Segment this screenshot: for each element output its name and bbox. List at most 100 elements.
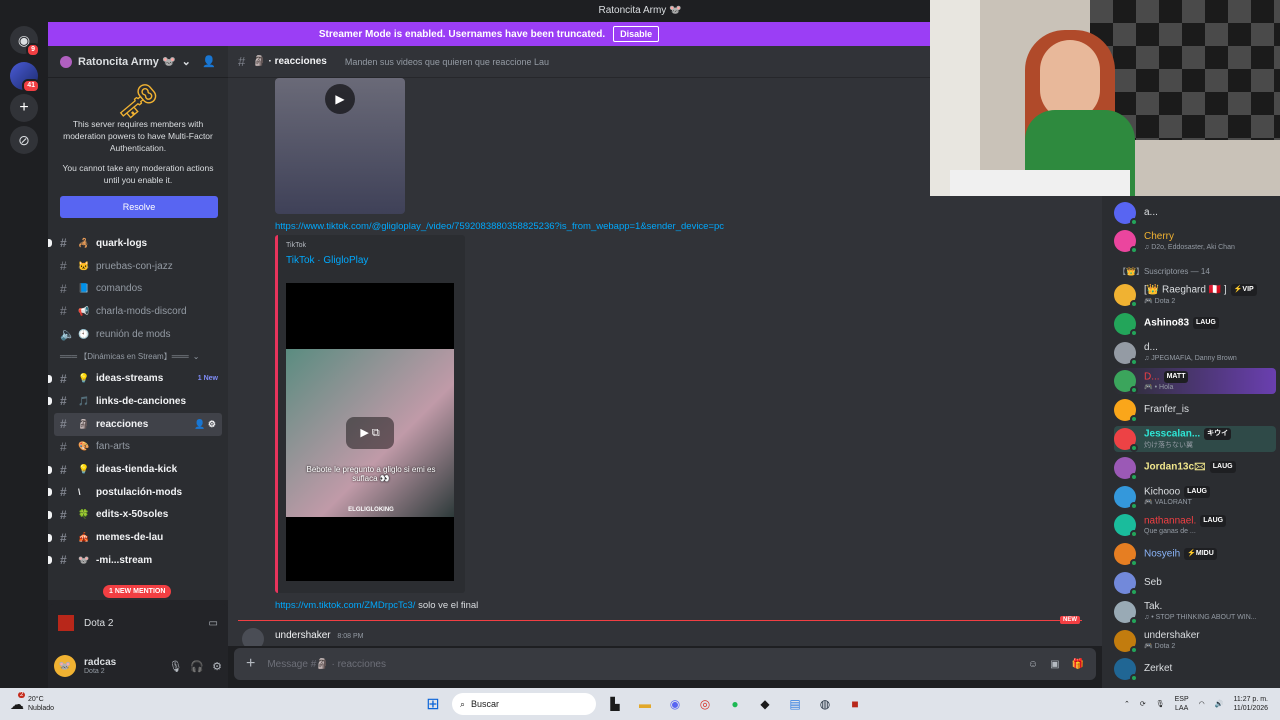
avatar [1114, 658, 1138, 683]
microphone-icon[interactable]: 🎙 [1156, 700, 1165, 708]
member-item[interactable]: undershaker 🎮 Dota 2 [1114, 628, 1276, 654]
status-dot [1130, 415, 1138, 424]
category-header[interactable]: ═══ 【Dinámicas en Stream】═══ ⌄ [48, 345, 228, 367]
channel-comandos[interactable]: # 📘 comandos [48, 277, 228, 300]
channel-edits-x-50soles[interactable]: # 🍀 edits-x-50soles [48, 504, 228, 527]
search-bar[interactable]: ⌕ Buscar [452, 693, 596, 715]
person-face [1040, 40, 1100, 120]
wifi-icon[interactable]: ◠ [1199, 700, 1205, 708]
member-item[interactable]: Franfer_is [1114, 397, 1276, 424]
weather-widget[interactable]: ☁ 2 20°C Nublado [0, 691, 140, 713]
clock[interactable]: 11:27 p. m. 11/01/2026 [1233, 695, 1268, 713]
chevron-up-icon[interactable]: ⌃ [1124, 700, 1130, 708]
disable-button[interactable]: Disable [613, 26, 660, 42]
notepad-icon[interactable]: ▤ [784, 693, 806, 715]
resolve-button[interactable]: Resolve [60, 196, 218, 218]
server-icon[interactable]: 41 [10, 62, 40, 93]
member-item[interactable]: [👑 Raeghard 🇵🇪 ] ⚡VIP 🎮 Dota 2 [1114, 282, 1276, 308]
channel-ideas-streams[interactable]: # 💡 ideas-streams 1 New [48, 367, 228, 390]
weather-badge: 2 [18, 691, 26, 698]
server-header[interactable]: Ratoncita Army 🐭 ⌄ 👤 [48, 46, 228, 78]
member-item[interactable]: Ashino83 LAUG [1114, 311, 1276, 337]
network-icon[interactable]: ⟳ [1140, 700, 1146, 708]
member-item[interactable]: Kichooo LAUG 🎮 VALORANT [1114, 484, 1276, 510]
headphones-icon[interactable]: 🎧 [190, 660, 204, 673]
channel-label: quark-logs [96, 237, 148, 249]
channel-charla-mods-discord[interactable]: # 📢 charla-mods-discord [48, 300, 228, 323]
member-item[interactable]: nathannael. LAUG Que ganas de ... [1114, 512, 1276, 539]
discord-home-icon[interactable]: ◉ 9 [10, 26, 40, 57]
language-indicator[interactable]: ESP LAA [1175, 695, 1189, 713]
channel-quark-logs[interactable]: # 🦂 quark-logs [48, 232, 228, 255]
status-dot [1130, 357, 1138, 366]
steam-icon[interactable]: ◍ [814, 693, 836, 715]
video-thumbnail[interactable]: ▶ [275, 78, 405, 214]
microphone-icon[interactable]: 🎙 [168, 660, 182, 673]
add-member-icon[interactable]: 👤 [202, 55, 216, 68]
user-area: Dota 2 ▭ 🐭 radcas Dota 2 🎙 🎧 ⚙ [48, 600, 228, 688]
file-explorer-icon[interactable]: ▬ [634, 693, 656, 715]
dota-taskbar-icon[interactable]: ■ [844, 693, 866, 715]
member-item[interactable]: Jordan13c🖂 LAUG [1114, 455, 1276, 481]
channel-postulaci-n-mods[interactable]: # \ postulación-mods [48, 481, 228, 504]
member-item[interactable]: Tak. ♫ • STOP THINKING ABOUT WIN... [1114, 599, 1276, 625]
emoji-icon[interactable]: ☺ [1028, 659, 1038, 670]
gear-icon[interactable]: ⚙ [212, 660, 222, 673]
channel-label: reunión de mods [96, 328, 171, 340]
message-header: undershaker 8:08 PM [275, 630, 363, 641]
member-item[interactable]: Cherry ♫ D2o, Eddosaster, Aki Chan [1114, 228, 1276, 254]
member-item[interactable]: d... ♫ JPEGMAFIA, Danny Brown [1114, 340, 1276, 366]
play-icon[interactable]: ▶ [325, 84, 355, 114]
message-link-2[interactable]: https://vm.tiktok.com/ZMDrpcTc3/ [275, 600, 415, 611]
chrome-icon[interactable]: ◎ [694, 693, 716, 715]
member-item[interactable]: Nosyeih ⚡MIDU [1114, 541, 1276, 568]
play-icon[interactable]: ▶ ⧉ [346, 417, 394, 449]
gift-icon[interactable]: 🎁 [1072, 659, 1084, 670]
member-item[interactable]: Zerket [1114, 656, 1276, 683]
add-server-icon[interactable]: + [10, 94, 38, 122]
embed-title[interactable]: TikTok · GligloPlay [278, 249, 465, 266]
member-item[interactable]: a... [1114, 200, 1276, 226]
message-composer: + Message #🗿 · reacciones ☺ ▣ 🎁 [234, 648, 1096, 680]
message-link[interactable]: https://www.tiktok.com/@gligloplay_/vide… [275, 221, 724, 232]
channel-settings-icon[interactable]: 👤 ⚙ [194, 419, 216, 430]
hash-icon: # [60, 485, 67, 500]
embed-video[interactable]: ▶ ⧉ Bebote le pregunto a gliglo si emi e… [286, 283, 454, 581]
hash-icon: # [60, 304, 67, 319]
status-dot [1130, 674, 1138, 683]
channel-pruebas-con-jazz[interactable]: # 🐱 pruebas-con-jazz [48, 255, 228, 278]
message-input[interactable]: Message #🗿 · reacciones [267, 659, 1016, 670]
discover-icon[interactable]: ⊘ [10, 126, 38, 154]
message-text: solo ve el final [418, 600, 479, 611]
channel-memes-de-lau[interactable]: # 🎪 memes-de-lau [48, 526, 228, 549]
message-author[interactable]: undershaker [275, 630, 331, 641]
new-mention-pill[interactable]: 1 NEW MENTION [103, 585, 172, 598]
channel-fan-arts[interactable]: # 🎨 fan-arts [48, 436, 228, 459]
member-name: Seb [1144, 577, 1162, 588]
spotify-icon[interactable]: ● [724, 693, 746, 715]
hash-icon: # [238, 54, 246, 69]
member-tag: LAUG [1209, 461, 1236, 474]
volume-icon[interactable]: 🔊 [1215, 700, 1224, 708]
channel--mi-stream[interactable]: # 🐭 -mi...stream [48, 549, 228, 572]
task-view-icon[interactable]: ▙ [604, 693, 626, 715]
channel-links-de-canciones[interactable]: # 🎵 links-de-canciones [48, 390, 228, 413]
avatar[interactable] [242, 628, 264, 646]
app-icon[interactable]: ◆ [754, 693, 776, 715]
channel-topic[interactable]: Manden sus videos que quieren que reacci… [345, 57, 549, 67]
member-item[interactable]: Jesscalan... キウイ 灼け落ちない翼 [1114, 426, 1276, 452]
channel-reuni-n-de-mods[interactable]: 🔈 🕙 reunión de mods [48, 323, 228, 346]
discord-taskbar-icon[interactable]: ◉ [664, 693, 686, 715]
avatar[interactable]: 🐭 [54, 655, 76, 677]
chevron-down-icon: ⌄ [181, 56, 191, 68]
add-attachment-icon[interactable]: + [246, 655, 255, 673]
stream-icon[interactable]: ▭ [209, 618, 218, 629]
activity-panel[interactable]: Dota 2 ▭ [48, 604, 228, 642]
gif-icon[interactable]: ▣ [1050, 659, 1059, 670]
channel-ideas-tienda-kick[interactable]: # 💡 ideas-tienda-kick [48, 458, 228, 481]
member-item[interactable]: Seb [1114, 570, 1276, 596]
member-item[interactable]: D... MATT 🎮 • Hola [1114, 368, 1276, 395]
member-tag: キウイ [1204, 428, 1232, 441]
channel-reacciones[interactable]: # 🗿 reacciones 👤 ⚙ [54, 412, 222, 436]
windows-start-icon[interactable]: ⊞ [422, 693, 444, 715]
